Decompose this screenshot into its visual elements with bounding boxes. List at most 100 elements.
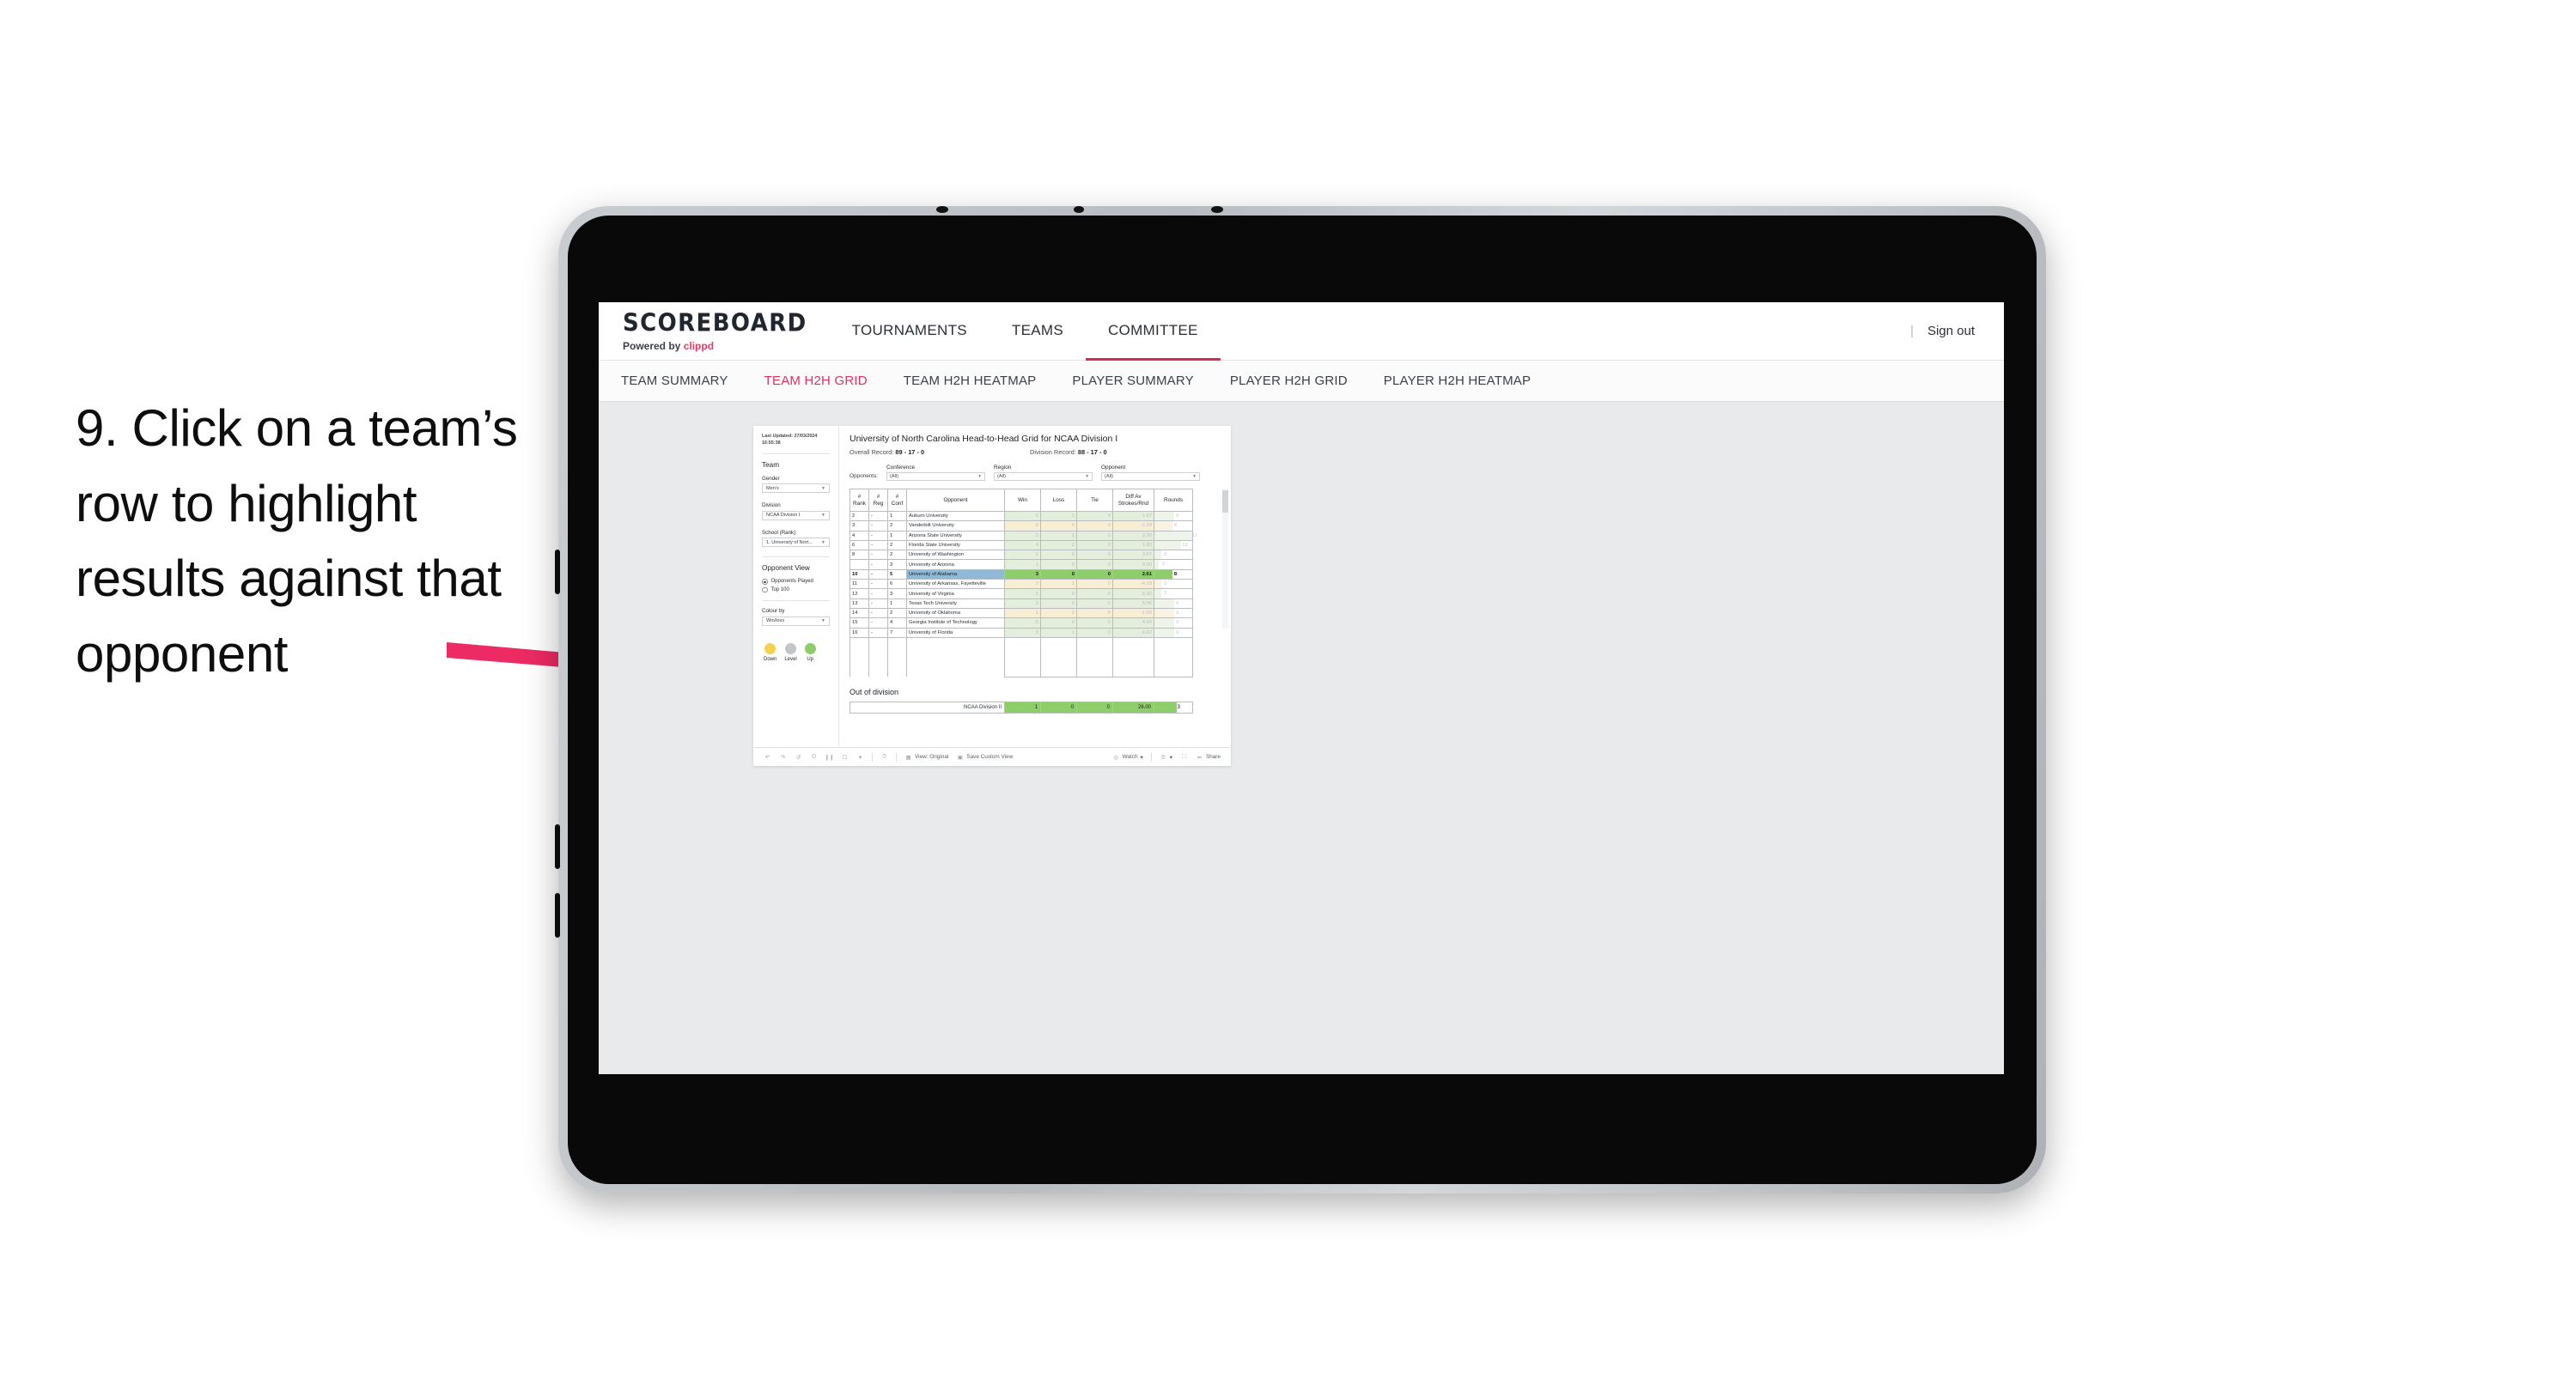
tablet-volume-up-button[interactable] xyxy=(555,550,560,594)
grid-scrollbar-thumb[interactable] xyxy=(1222,490,1228,513)
division-label: Division xyxy=(762,502,781,509)
cell-win: 5 xyxy=(1004,530,1041,541)
col-tie[interactable]: Tie xyxy=(1076,489,1113,512)
out-div-label: NCAA Division II xyxy=(850,701,1005,714)
cell-opponent: Arizona State University xyxy=(906,530,1005,541)
table-row-empty xyxy=(850,636,1193,677)
rounds-value: 2 xyxy=(1161,562,1165,568)
save-custom-view-button[interactable]: ▣ Save Custom View xyxy=(956,753,1013,761)
table-row[interactable]: -3 University of Arizona 1 0 0 9.00 2 xyxy=(850,559,1193,570)
app-sub-navigation: TEAM SUMMARY TEAM H2H GRID TEAM H2H HEAT… xyxy=(599,361,2004,402)
revert-icon[interactable]: ↺ xyxy=(795,753,802,761)
comment-icon[interactable]: ☐ xyxy=(841,753,849,761)
table-row[interactable]: 8-2 University of Washington 1 0 0 3.67 3 xyxy=(850,550,1193,561)
table-row[interactable]: 10-5 University of Alabama 3 0 0 2.61 8 xyxy=(850,568,1193,580)
division-record: Division Record: 88 - 17 - 0 xyxy=(1030,448,1107,456)
table-row[interactable]: 14-2 University of Oklahoma 1 2 0 -1.00 9 xyxy=(850,607,1193,619)
topnav-item-committee[interactable]: COMMITTEE xyxy=(1085,302,1221,361)
col-reg[interactable]: # Reg xyxy=(868,489,888,512)
toolbar-divider-2 xyxy=(896,752,897,762)
radio-top-100[interactable]: Top 100 xyxy=(762,586,830,593)
tab-team-h2h-grid[interactable]: TEAM H2H GRID xyxy=(764,374,886,388)
table-row[interactable]: 13-1 Texas Tech University 3 0 0 5.56 9 xyxy=(850,598,1193,609)
cell-rank: 13 xyxy=(850,598,869,609)
region-filter-select[interactable]: (All) ▼ xyxy=(994,472,1093,481)
gender-select[interactable]: Men’s ▼ xyxy=(762,483,830,494)
table-row[interactable]: 2-1 Auburn University 2 1 0 1.67 9 xyxy=(850,510,1193,522)
fullscreen-icon[interactable]: ⛶ xyxy=(1180,753,1188,761)
undo-icon[interactable]: ↶ xyxy=(764,753,771,761)
watch-button[interactable]: ◎ Watch ▾ xyxy=(1112,753,1142,761)
page-title: University of North Carolina Head-to-Hea… xyxy=(850,434,1118,444)
legend-label-level: Level xyxy=(784,656,797,662)
sign-out-link[interactable]: Sign out xyxy=(1927,324,1975,338)
cell-loss: 0 xyxy=(1040,550,1077,561)
division-select[interactable]: NCAA Division I ▼ xyxy=(762,510,830,520)
share-icon: ⇚ xyxy=(1197,754,1203,761)
sidebar-divider-1 xyxy=(762,453,830,454)
pause-updates-icon[interactable]: ❙❙ xyxy=(825,753,834,761)
legend-label-up: Up xyxy=(807,656,814,662)
radio-opponents-played[interactable]: Opponents Played xyxy=(762,579,830,585)
tablet-volume-down-button[interactable] xyxy=(555,824,560,869)
col-opponent[interactable]: Opponent xyxy=(906,489,1005,512)
tab-team-h2h-heatmap[interactable]: TEAM H2H HEATMAP xyxy=(904,374,1056,388)
col-loss[interactable]: Loss xyxy=(1040,489,1077,512)
chevron-down-icon[interactable]: ▾ xyxy=(856,753,864,761)
tab-player-h2h-heatmap[interactable]: PLAYER H2H HEATMAP xyxy=(1384,374,1550,388)
legend-dot-level xyxy=(785,642,797,654)
tab-team-summary[interactable]: TEAM SUMMARY xyxy=(621,374,747,388)
table-row[interactable]: 12-3 University of Virginia 1 0 0 2.33 3 xyxy=(850,588,1193,599)
table-row[interactable]: 15-4 Georgia Institute of Technology 5 0 0 4.… xyxy=(850,617,1193,629)
cell-reg: - xyxy=(868,510,888,522)
share-button[interactable]: ⇚ Share xyxy=(1196,753,1221,761)
out-of-division-row[interactable]: NCAA Division II 1 0 0 26.00 3 xyxy=(850,701,1193,714)
cell-loss: 4 xyxy=(1040,520,1077,532)
table-row[interactable]: 4-1 Arizona State University 5 1 0 2.28 17 xyxy=(850,530,1197,541)
redo-icon[interactable]: ↷ xyxy=(779,753,787,761)
rounds-value: 9 xyxy=(1176,620,1179,626)
school-rank-select[interactable]: 1. University of Nort... ▼ xyxy=(762,538,830,548)
colour-by-select[interactable]: Win/loss ▼ xyxy=(762,616,830,626)
legend-dot-down xyxy=(764,642,776,654)
rounds-bar xyxy=(1154,598,1175,608)
table-row[interactable]: 16-7 University of Florida 3 1 0 6.62 9 xyxy=(850,627,1193,638)
table-row[interactable]: 11-6 University of Arkansas, Fayetteville… xyxy=(850,579,1193,590)
rounds-value: 3 xyxy=(1164,591,1167,597)
col-conf[interactable]: # Conf xyxy=(887,489,907,512)
cell-win: 4 xyxy=(1004,539,1041,551)
rounds-value: 9 xyxy=(1176,600,1179,606)
cell-empty xyxy=(906,637,1005,677)
cell-loss: 0 xyxy=(1040,568,1077,580)
conference-filter: Conference (All) ▼ xyxy=(886,465,986,481)
col-diff-av-strokes[interactable]: Diff Av Strokes/Rnd xyxy=(1112,489,1154,512)
cell-win: 1 xyxy=(1004,559,1041,570)
cell-diff: 3.67 xyxy=(1112,550,1154,561)
legend-dot-up xyxy=(804,642,816,654)
opponent-filter-select[interactable]: (All) ▼ xyxy=(1101,472,1201,481)
cell-opponent: Florida State University xyxy=(906,539,1005,551)
region-filter: Region (All) ▼ xyxy=(994,465,1093,481)
col-rounds[interactable]: Rounds xyxy=(1154,489,1193,512)
scoreboard-logo[interactable]: SCOREBOARD Powered by clippd xyxy=(599,302,830,360)
col-win[interactable]: Win xyxy=(1004,489,1041,512)
download-button[interactable]: ⎒ ▾ xyxy=(1160,753,1172,761)
view-original-button[interactable]: ▦ View: Original xyxy=(904,753,948,761)
table-row[interactable]: 6-2 Florida State University 4 2 0 1.83 12 xyxy=(850,539,1193,551)
sidebar-divider-2 xyxy=(762,556,830,558)
table-row[interactable]: 3-2 Vanderbilt University 0 4 0 -2.29 8 xyxy=(850,520,1193,532)
topnav-item-teams[interactable]: TEAMS xyxy=(990,302,1086,361)
cell-conf: 5 xyxy=(887,568,907,580)
cell-win: 3 xyxy=(1004,598,1041,609)
topnav-item-tournaments[interactable]: TOURNAMENTS xyxy=(830,302,990,361)
tablet-power-button[interactable] xyxy=(555,893,560,938)
tab-player-h2h-grid[interactable]: PLAYER H2H GRID xyxy=(1230,374,1367,388)
tab-player-summary[interactable]: PLAYER SUMMARY xyxy=(1072,374,1212,388)
cell-conf: 4 xyxy=(887,617,907,629)
refresh-icon[interactable]: ⏻ xyxy=(810,753,818,761)
conference-filter-select[interactable]: (All) ▼ xyxy=(886,472,986,481)
signout-area: | Sign out xyxy=(1910,302,2004,360)
team-section-title: Team xyxy=(762,460,780,469)
clock-history-icon[interactable]: ⏱ xyxy=(880,753,888,761)
col-rank[interactable]: # Rank xyxy=(850,489,869,512)
